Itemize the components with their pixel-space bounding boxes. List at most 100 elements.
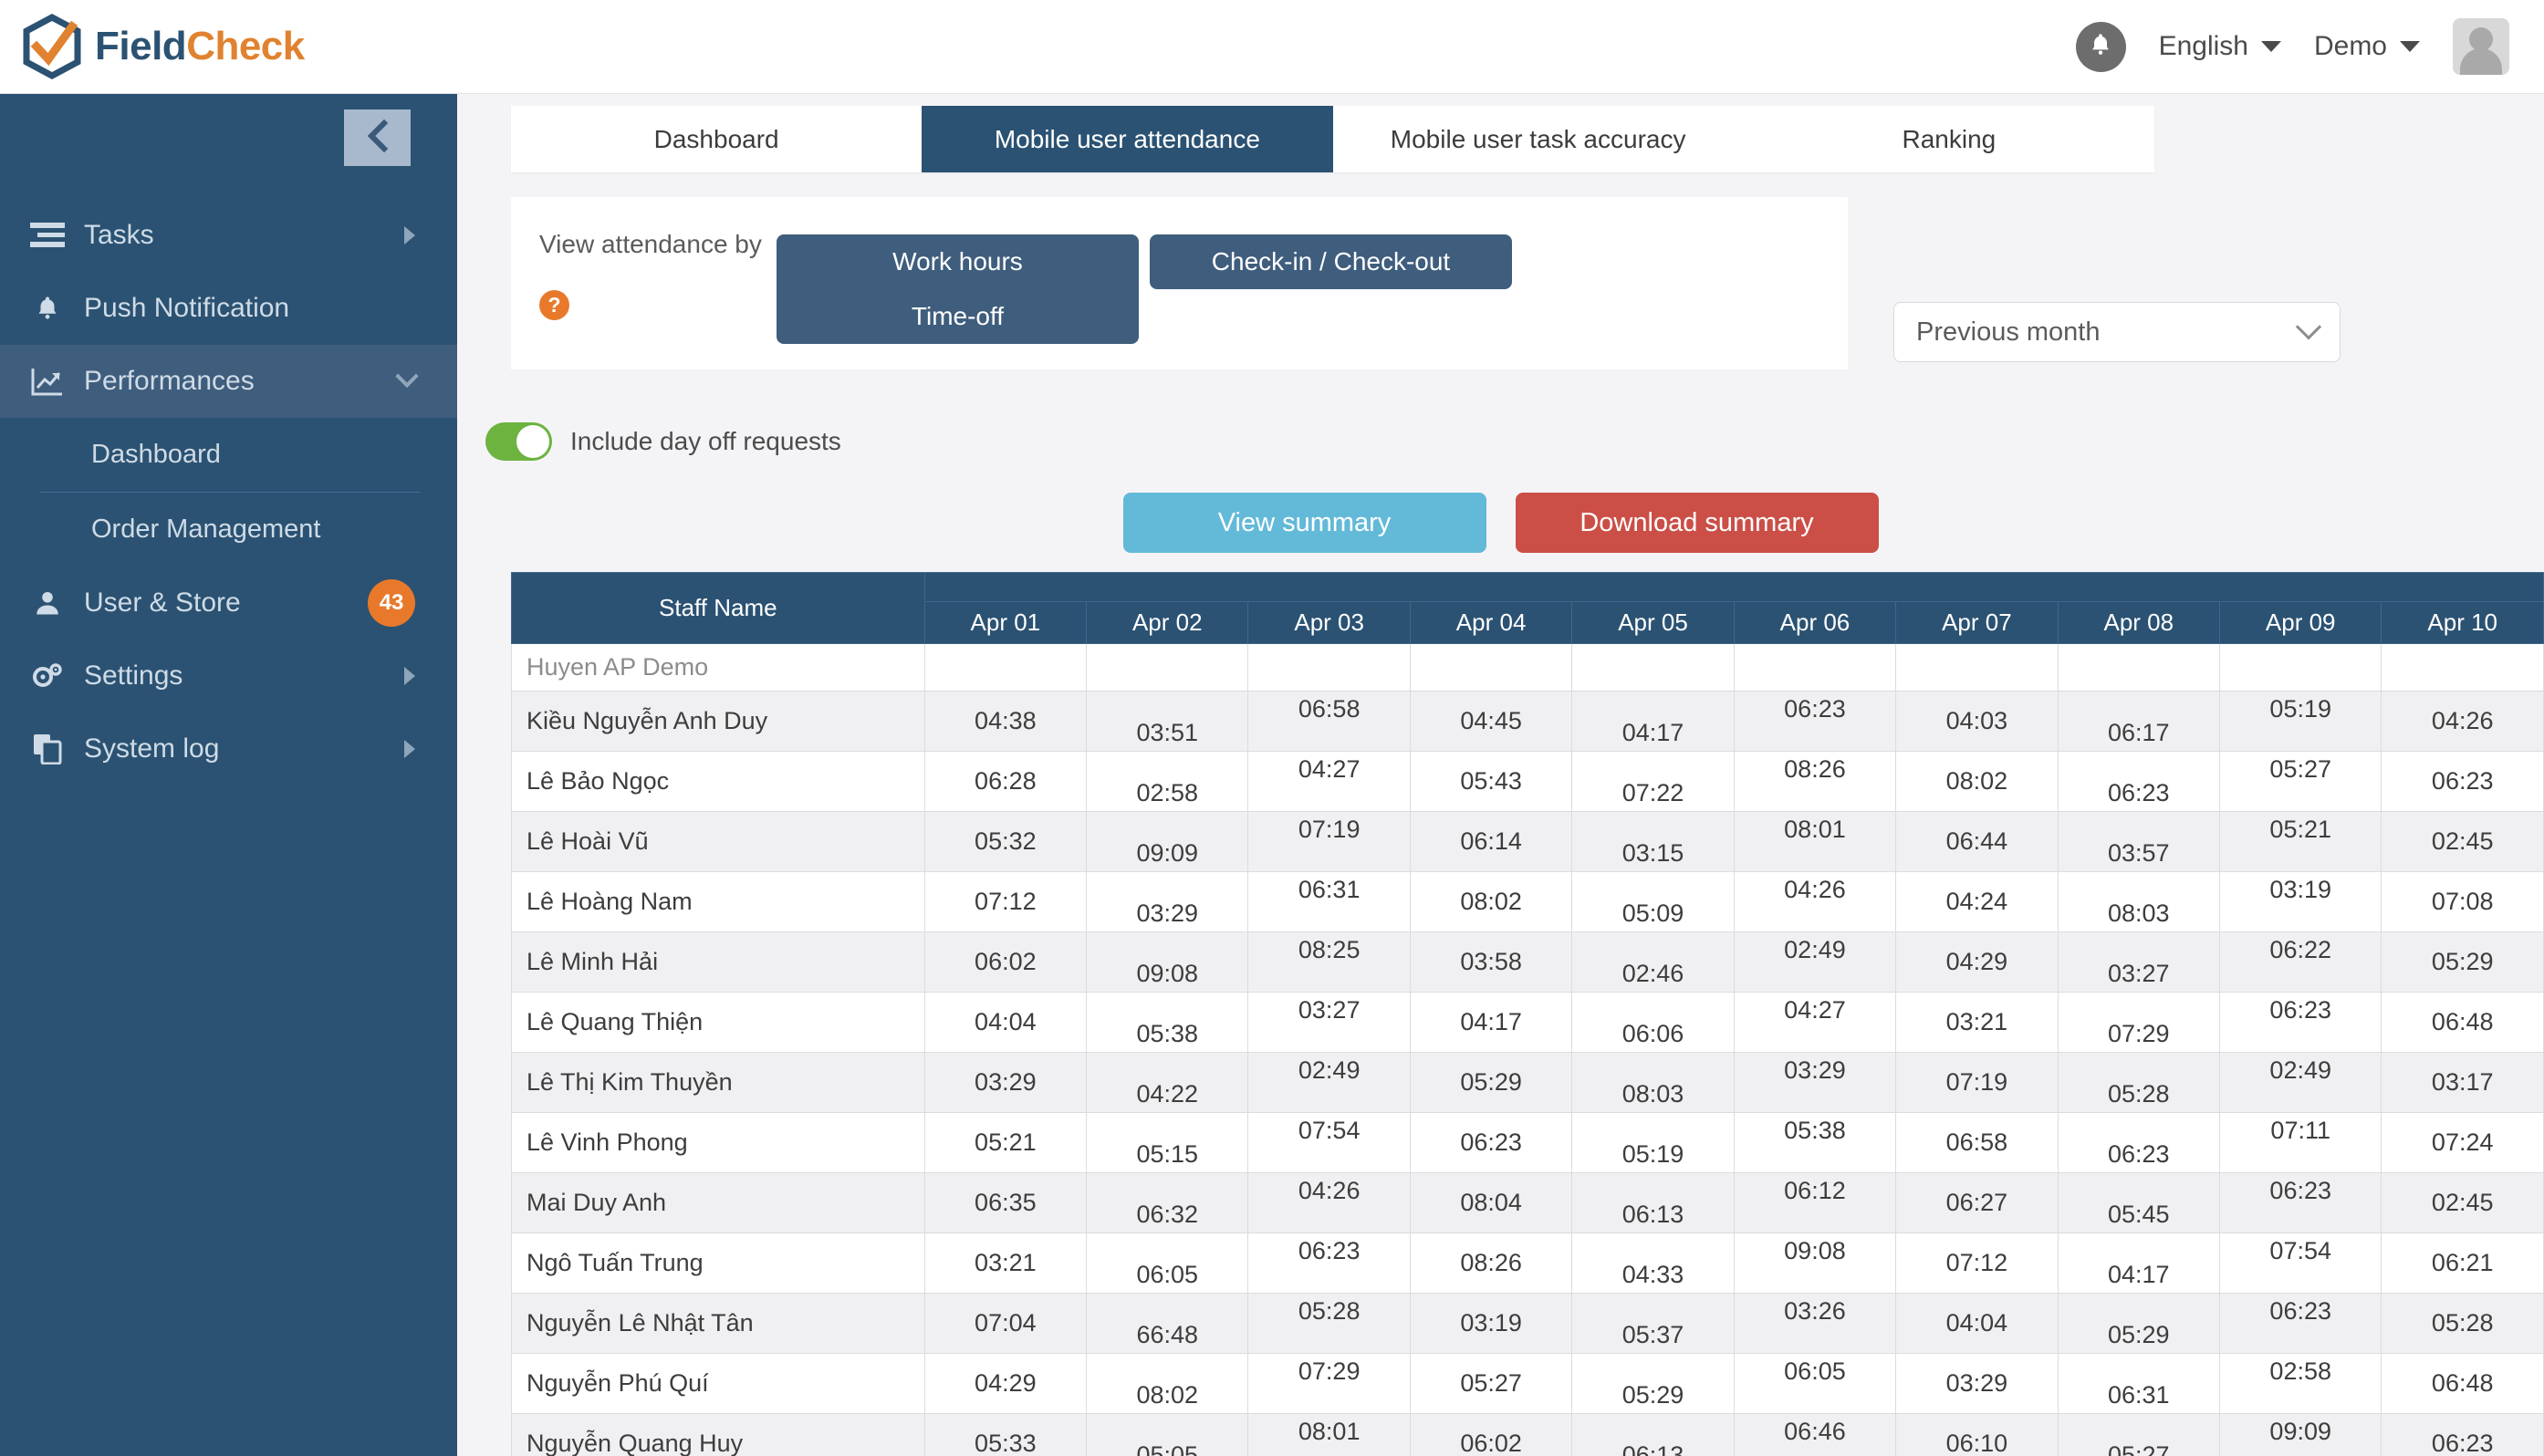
tab-ranking[interactable]: Ranking [1744,106,2154,172]
tab-mobile-user-task-accuracy[interactable]: Mobile user task accuracy [1333,106,1744,172]
cell-work-hours: 07:54 [2218,1232,2382,1294]
table-row[interactable]: Lê Quang Thiện 04:04 05:38 03:27 04:17 06:06 0… [511,992,2544,1053]
tab-bar: Dashboard Mobile user attendance Mobile … [511,106,2154,172]
table-row[interactable]: Ngô Tuấn Trung 03:21 06:05 06:23 08:26 04:33 0… [511,1232,2544,1294]
table-row[interactable]: Lê Hoài Vũ 05:32 09:09 07:19 06:14 03:15 08:01… [511,811,2544,872]
tab-dashboard[interactable]: Dashboard [511,106,922,172]
sidebar-subitem-label: Dashboard [91,440,221,469]
cell-work-hours: 08:03 [1571,1052,1735,1113]
column-header-date[interactable]: Apr 10 [2381,601,2544,644]
cell-work-hours: 06:44 [1895,811,2059,872]
work-hours-button[interactable]: Work hours [777,234,1139,289]
time-off-button[interactable]: Time-off [777,289,1139,344]
table-row[interactable]: Mai Duy Anh 06:35 06:32 04:26 08:04 06:13 06:1… [511,1172,2544,1233]
cell-work-hours: 04:27 [1247,751,1411,812]
language-selector[interactable]: English [2159,31,2281,62]
include-day-off-toggle-row: Include day off requests [485,422,841,461]
cell-work-hours: 07:12 [923,871,1088,932]
tab-mobile-user-attendance[interactable]: Mobile user attendance [922,106,1333,172]
cell-work-hours: 05:33 [923,1413,1088,1456]
column-header-staff-name[interactable]: Staff Name [511,572,925,644]
sidebar-item-tasks[interactable]: Tasks [0,199,457,272]
table-header-row: Staff Name [511,572,2544,644]
cell-work-hours: 09:08 [1733,1232,1897,1294]
documents-icon [27,733,68,764]
cell-work-hours: 06:58 [1247,691,1411,752]
cell-work-hours [1733,643,1897,692]
cell-work-hours: 06:23 [2381,1413,2544,1456]
month-range-select[interactable]: Previous month [1893,302,2341,362]
sidebar-item-label: Tasks [84,220,154,250]
table-row[interactable]: Lê Thị Kim Thuyền 03:29 04:22 02:49 05:29 08:… [511,1052,2544,1113]
column-header-date[interactable]: Apr 07 [1895,601,2059,644]
top-header-bar: FieldCheck English Demo [0,0,2544,94]
cell-work-hours: 03:27 [1247,992,1411,1053]
chevron-down-icon [2295,314,2322,340]
app-logo[interactable]: FieldCheck [22,14,305,79]
attendance-table-header: Staff Name Apr 01 Apr 02 Apr 03 Apr 04 Apr 0… [511,572,2544,644]
cell-work-hours: 05:27 [2218,751,2382,812]
status-badge: 43 [368,579,415,627]
cell-work-hours: 03:26 [1733,1293,1897,1354]
table-row[interactable]: Lê Vinh Phong 05:21 05:15 07:54 06:23 05:19 05… [511,1112,2544,1173]
cell-work-hours: 05:05 [1086,1413,1249,1456]
download-summary-label: Download summary [1580,507,1814,537]
cell-work-hours: 05:27 [2057,1413,2221,1456]
sidebar-nav: Tasks Push Notification Performances Das… [0,199,457,785]
table-row[interactable]: Lê Bảo Ngọc 06:28 02:58 04:27 05:43 07:22 08:2… [511,751,2544,812]
column-header-date[interactable]: Apr 03 [1247,601,1411,644]
fieldcheck-hexagon-check-icon [22,14,82,79]
cell-work-hours: 07:29 [2057,992,2221,1053]
column-header-date[interactable]: Apr 01 [923,601,1088,644]
account-menu[interactable]: Demo [2314,31,2420,62]
cell-work-hours: 06:23 [1247,1232,1411,1294]
table-row[interactable]: Lê Hoàng Nam 07:12 03:29 06:31 08:02 05:09 04:… [511,871,2544,932]
cell-staff-name: Lê Vinh Phong [511,1112,925,1173]
column-header-date[interactable]: Apr 02 [1086,601,1249,644]
cell-work-hours: 06:23 [2218,992,2382,1053]
sidebar-item-push-notification[interactable]: Push Notification [0,272,457,345]
table-row[interactable]: Nguyễn Phú Quí 04:29 08:02 07:29 05:27 05:29 0… [511,1353,2544,1414]
notification-bell-button[interactable] [2075,21,2126,72]
table-row[interactable]: Lê Minh Hải 06:02 09:08 08:25 03:58 02:46 02:4… [511,931,2544,993]
column-header-date[interactable]: Apr 08 [2057,601,2221,644]
sidebar-item-system-log[interactable]: System log [0,712,457,785]
sidebar-subitem-order-management[interactable]: Order Management [0,493,457,567]
sidebar-item-settings[interactable]: Settings [0,640,457,712]
attendance-table-scroll[interactable]: Staff Name Apr 01 Apr 02 Apr 03 Apr 04 Apr 0… [511,572,2544,1456]
cell-staff-name: Mai Duy Anh [511,1172,925,1233]
checkin-checkout-button[interactable]: Check-in / Check-out [1150,234,1512,289]
question-mark-icon[interactable]: ? [539,290,569,320]
table-row[interactable]: Nguyễn Lê Nhật Tân 07:04 66:48 05:28 03:19 05… [511,1293,2544,1354]
table-row[interactable]: Huyen AP Demo [511,643,2544,692]
attendance-mode-group: Work hours Time-off [777,234,1139,344]
table-row[interactable]: Nguyễn Quang Huy 05:33 05:05 08:01 06:02 06:1… [511,1413,2544,1456]
sidebar-collapse-button[interactable] [344,109,411,166]
table-row[interactable]: Kiều Nguyễn Anh Duy 04:38 03:51 06:58 04:45 0… [511,691,2544,752]
header-actions: English Demo [2075,18,2509,75]
column-header-date[interactable]: Apr 04 [1409,601,1573,644]
column-header-date[interactable]: Apr 05 [1571,601,1735,644]
download-summary-button[interactable]: Download summary [1515,493,1879,553]
chevron-right-icon [404,226,415,244]
view-summary-button[interactable]: View summary [1122,493,1486,553]
tab-label: Mobile user attendance [994,124,1260,153]
column-header-date[interactable]: Apr 06 [1733,601,1897,644]
cell-work-hours: 07:08 [2381,871,2544,932]
cell-work-hours: 08:26 [1409,1232,1573,1294]
cell-staff-name: Lê Quang Thiện [511,992,925,1053]
avatar[interactable] [2453,18,2509,75]
sidebar-item-user-and-store[interactable]: User & Store 43 [0,567,457,640]
cell-work-hours: 06:23 [2218,1172,2382,1233]
include-day-off-toggle[interactable] [485,422,552,461]
sidebar-subitem-dashboard[interactable]: Dashboard [0,418,457,492]
cell-work-hours: 02:49 [1733,931,1897,993]
cell-work-hours: 05:28 [1247,1293,1411,1354]
cell-work-hours: 09:08 [1086,931,1249,993]
column-header-date[interactable]: Apr 09 [2218,601,2382,644]
cell-work-hours: 05:27 [1409,1353,1573,1414]
cell-work-hours: 05:19 [1571,1112,1735,1173]
logo-text-check: Check [186,24,305,68]
language-label: English [2158,31,2248,61]
sidebar-item-performances[interactable]: Performances [0,345,457,418]
